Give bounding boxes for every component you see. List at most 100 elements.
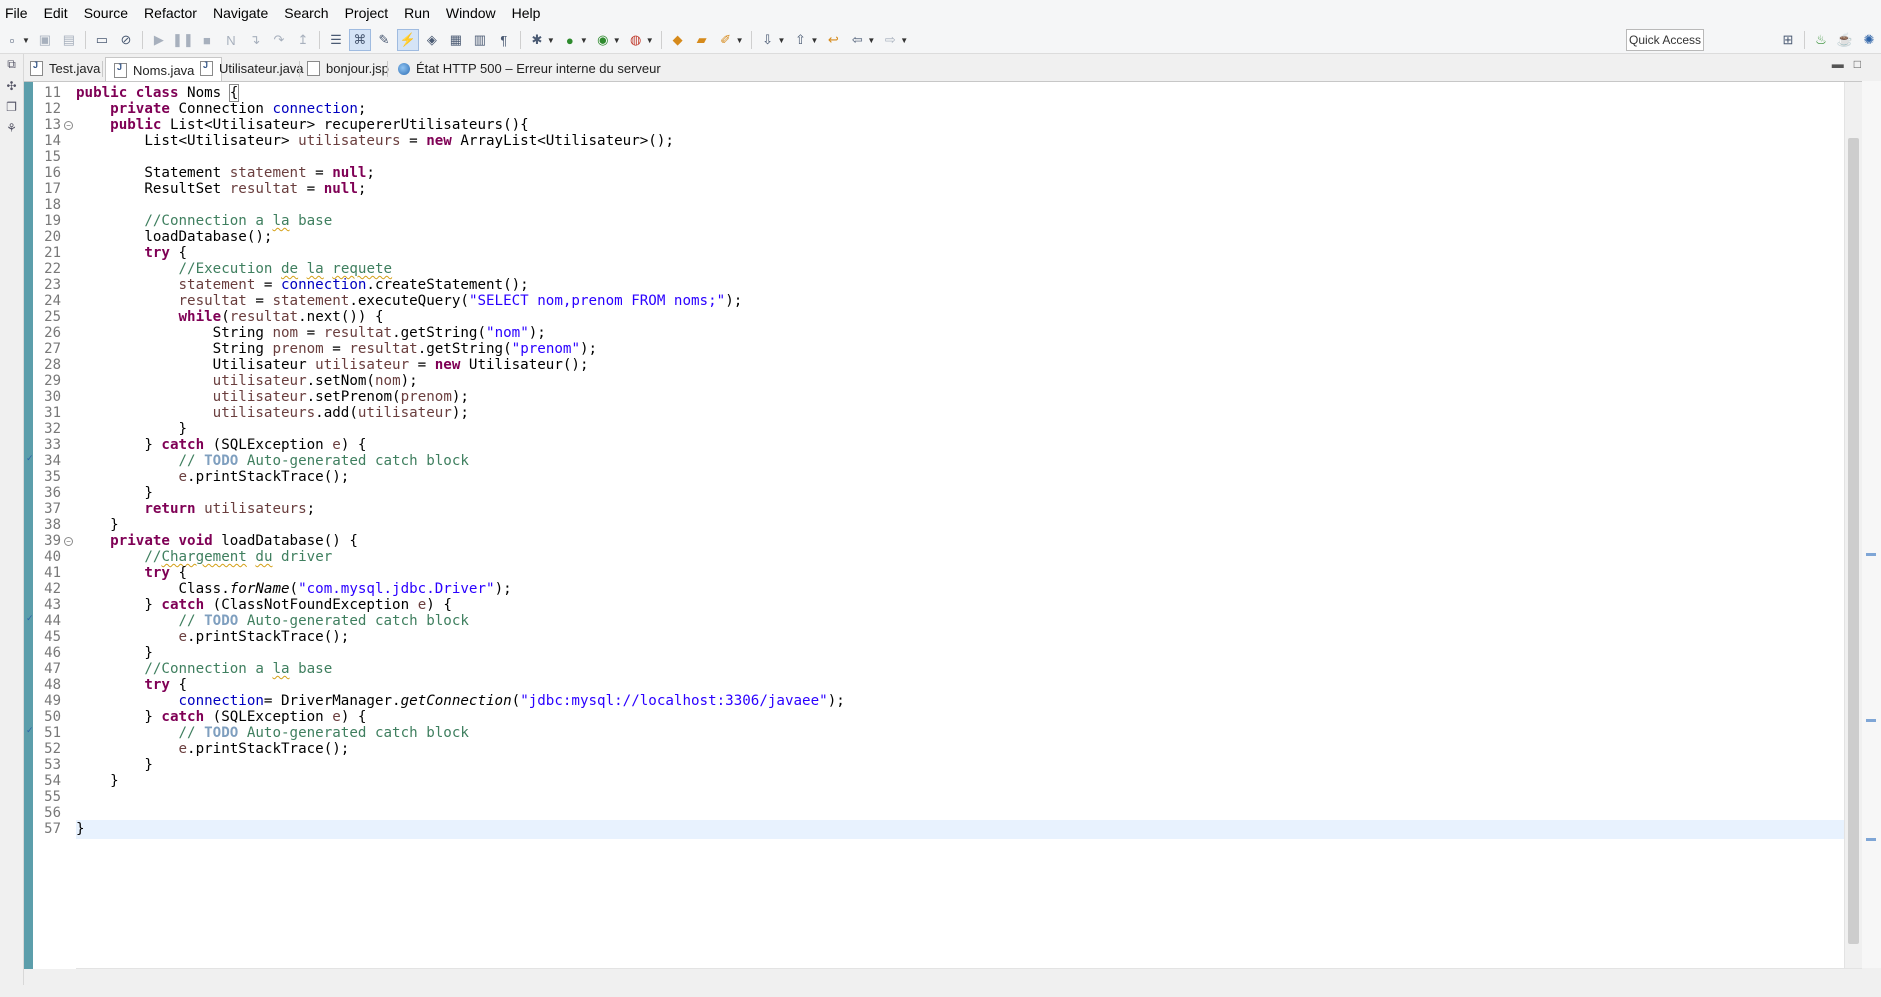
external-tools-icon[interactable]: ◍ <box>625 29 647 51</box>
save-all-icon[interactable]: ▤ <box>58 29 80 51</box>
navigator-icon[interactable]: ❐ <box>0 96 23 117</box>
collapse-icon[interactable]: − <box>64 537 73 546</box>
menu-bar: File Edit Source Refactor Navigate Search Proj… <box>0 0 1881 27</box>
menu-source[interactable]: Source <box>76 0 136 27</box>
menu-project[interactable]: Project <box>337 0 397 27</box>
tab-test-java[interactable]: Test.java <box>30 57 100 80</box>
next-annotation-icon[interactable]: ⇩ <box>757 29 779 51</box>
tab-http-500[interactable]: État HTTP 500 – Erreur interne du serveu… <box>398 57 661 80</box>
code-line[interactable]: List<Utilisateur> utilisateurs = new Arr… <box>76 132 674 151</box>
forward-dropdown[interactable]: ▼ <box>900 36 908 45</box>
code-line-current[interactable]: } <box>76 820 1862 839</box>
java-editor[interactable]: ✓ ✓ ✓ 11 12 13−14 15 16 17 18 19 20 21 22 23 24 25 26 2… <box>24 81 1862 969</box>
tab-bonjour-jsp[interactable]: bonjour.jsp <box>307 57 389 80</box>
code-line[interactable]: } <box>76 772 119 791</box>
debug-perspective-icon[interactable]: ✺ <box>1858 29 1880 51</box>
step-over-icon[interactable]: ↷ <box>268 29 290 51</box>
minimize-icon[interactable]: ▬ <box>1832 57 1844 71</box>
suspend-icon[interactable]: ❚❚ <box>172 29 194 51</box>
toggle-breadcrumb-icon[interactable]: ⌘ <box>348 29 371 51</box>
globe-icon <box>398 62 410 75</box>
menu-refactor[interactable]: Refactor <box>136 0 205 27</box>
block-selection-icon[interactable]: ▦ <box>445 29 467 51</box>
maximize-icon[interactable]: □ <box>1854 57 1861 71</box>
java-ee-perspective-icon[interactable]: ♨ <box>1810 29 1832 51</box>
open-type-icon[interactable]: ◆ <box>667 29 689 51</box>
open-perspective-icon[interactable]: ⊞ <box>1777 29 1799 51</box>
line-number-gutter: ✓ ✓ ✓ 11 12 13−14 15 16 17 18 19 20 21 22 23 24 25 26 2… <box>26 82 76 969</box>
code-line[interactable]: ResultSet resultat = null; <box>76 180 366 199</box>
tab-separator <box>387 61 388 77</box>
search-tool-icon[interactable]: ✐ <box>715 29 737 51</box>
previous-annotation-icon[interactable]: ⇧ <box>789 29 811 51</box>
java-perspective-icon[interactable]: ☕ <box>1834 29 1856 51</box>
search-tool-dropdown[interactable]: ▼ <box>736 36 744 45</box>
restore-icon[interactable]: ⧉ <box>0 54 23 75</box>
menu-edit[interactable]: Edit <box>36 0 76 27</box>
debug-dropdown[interactable]: ▼ <box>547 36 555 45</box>
terminal-icon[interactable]: ▭ <box>91 29 113 51</box>
skip-breakpoints-icon[interactable]: ⊘ <box>115 29 137 51</box>
toggle-mark-occurrences-icon[interactable]: ✎ <box>373 29 395 51</box>
coverage-dropdown[interactable]: ▼ <box>613 36 621 45</box>
new-icon[interactable]: ▫ <box>1 29 23 51</box>
last-edit-location-icon[interactable]: ↩ <box>822 29 844 51</box>
tab-label: Utilisateur.java <box>219 61 304 76</box>
menu-search[interactable]: Search <box>276 0 336 27</box>
toggle-block-icon[interactable]: ☰ <box>325 29 347 51</box>
tab-label: Test.java <box>49 61 101 76</box>
main-toolbar: ▫ ▼ ▣ ▤ ▭ ⊘ ▶ ❚❚ ■ N ↴ ↷ ↥ ☰ ⌘ ✎ ⚡ ◈ ▦ ▥ … <box>0 27 1881 54</box>
vertical-scrollbar-thumb[interactable] <box>1848 138 1859 944</box>
quick-access-field[interactable]: Quick Access <box>1626 29 1704 51</box>
disconnect-icon[interactable]: N <box>220 29 242 51</box>
step-return-icon[interactable]: ↥ <box>292 29 314 51</box>
tab-label: bonjour.jsp <box>326 61 389 76</box>
menu-navigate[interactable]: Navigate <box>205 0 276 27</box>
terminate-icon[interactable]: ■ <box>196 29 218 51</box>
status-bar <box>0 985 1881 997</box>
menu-help[interactable]: Help <box>504 0 549 27</box>
pilcrow-icon[interactable]: ¶ <box>493 29 515 51</box>
line-number: 57 <box>44 821 61 837</box>
type-hierarchy-icon[interactable]: ⚘ <box>0 117 23 138</box>
external-tools-dropdown[interactable]: ▼ <box>646 36 654 45</box>
new-dropdown[interactable]: ▼ <box>22 36 30 45</box>
collapse-icon[interactable]: − <box>64 121 73 130</box>
run-dropdown[interactable]: ▼ <box>580 36 588 45</box>
overview-ruler[interactable] <box>1862 81 1881 968</box>
tab-controls: ▬ □ <box>1832 57 1861 71</box>
open-folder-icon[interactable]: ▰ <box>691 29 713 51</box>
tab-label: Noms.java <box>133 62 195 78</box>
back-icon[interactable]: ⇦ <box>846 29 868 51</box>
menu-window[interactable]: Window <box>438 0 504 27</box>
coverage-icon[interactable]: ◉ <box>592 29 614 51</box>
resume-icon[interactable]: ▶ <box>148 29 170 51</box>
jsp-file-icon <box>307 61 320 76</box>
package-explorer-icon[interactable]: ✣ <box>0 75 23 96</box>
show-whitespace-icon[interactable]: ◈ <box>421 29 443 51</box>
minimized-views-strip: ⧉ ✣ ❐ ⚘ <box>0 54 24 997</box>
save-icon[interactable]: ▣ <box>34 29 56 51</box>
task-marker[interactable] <box>1866 838 1876 841</box>
tab-label: État HTTP 500 – Erreur interne du serveu… <box>416 61 661 76</box>
java-file-icon <box>30 60 43 76</box>
mark-occurrences-icon[interactable]: ⚡ <box>396 29 419 51</box>
toolbar-separator <box>750 31 752 49</box>
debug-icon[interactable]: ✱ <box>526 29 548 51</box>
menu-run[interactable]: Run <box>396 0 438 27</box>
run-icon[interactable]: ● <box>559 29 581 51</box>
tab-utilisateur-java[interactable]: Utilisateur.java <box>200 57 304 80</box>
back-dropdown[interactable]: ▼ <box>867 36 875 45</box>
show-source-icon[interactable]: ▥ <box>469 29 491 51</box>
next-annotation-dropdown[interactable]: ▼ <box>778 36 786 45</box>
toolbar-separator <box>318 31 320 49</box>
previous-annotation-dropdown[interactable]: ▼ <box>810 36 818 45</box>
vertical-scrollbar[interactable] <box>1844 82 1862 969</box>
menu-file[interactable]: File <box>0 0 36 27</box>
task-marker[interactable] <box>1866 553 1876 556</box>
task-marker[interactable] <box>1866 719 1876 722</box>
forward-icon[interactable]: ⇨ <box>879 29 901 51</box>
code-area[interactable]: public class Noms { private Connection c… <box>76 82 1862 969</box>
step-into-icon[interactable]: ↴ <box>244 29 266 51</box>
horizontal-scrollbar[interactable] <box>76 968 1862 986</box>
